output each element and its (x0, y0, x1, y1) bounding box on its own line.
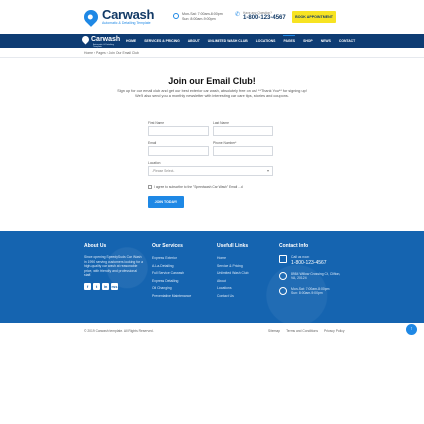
footer-about-text: Since opening SpeedySuds Car Wash in 199… (84, 255, 143, 278)
nav-item-contact[interactable]: CONTACT (339, 39, 355, 43)
social-links: f t in rss (84, 282, 144, 290)
bottom-link[interactable]: Privacy Policy (324, 329, 345, 333)
logo-tagline: Automatic & Detailing Template (102, 21, 151, 25)
footer-about-title: About Us (84, 243, 107, 249)
map-pin-icon (279, 271, 287, 280)
contact-phone: Call us now: 1-800-123-4567 (279, 255, 344, 266)
nav-item-shop[interactable]: SHOP (303, 39, 313, 43)
hours-line-2: Sun: 8:00am-9:00pm (182, 17, 216, 21)
address-text: 8984 Willow Crossing Ct, Clifton, VA, 20… (291, 271, 341, 281)
agree-label: I agree to subscribe to the "Speedwash C… (154, 185, 243, 189)
bottom-links: Sitemap Terms and Conditions Privacy Polic… (262, 329, 345, 333)
footer-service-link[interactable]: Full Service Carwash (152, 270, 212, 278)
contact-hours: Mon-Sat: 7:00am-8:00pm Sun: 8:00am-9:00p… (279, 286, 344, 296)
opening-hours: Mon-Sat: 7:00am-8:00pm Sun: 8:00am-9:00p… (173, 12, 223, 22)
contact-hours-2: Sun: 8:00am-9:00pm (291, 291, 323, 296)
clock-icon (173, 13, 179, 19)
footer-service-link[interactable]: Express Exterior (152, 255, 212, 263)
divider (0, 57, 424, 58)
last-name-label: Last Name (213, 121, 229, 125)
bottom-link[interactable]: Terms and Conditions (286, 329, 318, 333)
footer-service-link[interactable]: Preventative Maintenance (152, 293, 212, 301)
email-label: Email (148, 141, 157, 145)
phone-label: Phone Number* (213, 141, 237, 145)
email-field[interactable] (148, 146, 209, 156)
phone-icon: ✆ (235, 12, 241, 18)
book-appointment-button[interactable]: BOOK APPOINTMENT (292, 11, 336, 23)
bottom-link[interactable]: Sitemap (268, 329, 280, 333)
page: Carwash Automatic & Detailing Template M… (0, 0, 424, 424)
footer-services-title: Our Services (152, 243, 183, 249)
phone-field[interactable] (213, 146, 273, 156)
location-label: Location (148, 161, 161, 165)
footer-service-link[interactable]: Express Detailing (152, 278, 212, 286)
nav-item-unlimited-wash-club[interactable]: UNLIMITED WASH CLUB (208, 39, 248, 43)
nav-logo-name: Carwash (91, 36, 121, 43)
footer-useful-link[interactable]: Contact Us (217, 293, 272, 301)
footer-services: Our Services Express Exterior A-La-Detail… (152, 243, 212, 301)
nav-item-services-pricing[interactable]: SERVICES & PRICING (144, 39, 180, 43)
footer-service-link[interactable]: A-La-Detailing (152, 263, 212, 271)
breadcrumb: Home › Pages › Join Our Email Club (84, 51, 139, 55)
nav-logo[interactable]: Carwash Automatic & Detailing Template (80, 34, 121, 48)
water-drop-icon (81, 7, 101, 27)
call-number[interactable]: 1-800-123-4567 (291, 260, 327, 266)
copyright: © 2019 Carwash template. All Rights Rese… (84, 329, 154, 333)
intro-text: Sign up for our email club and get our b… (117, 89, 307, 98)
nav-menu: HOME SERVICES & PRICING ABOUT UNLIMITED WAS… (126, 34, 363, 48)
agree-checkbox[interactable] (148, 185, 152, 189)
nav-item-news[interactable]: NEWS (321, 39, 331, 43)
nav-item-about[interactable]: ABOUT (188, 39, 200, 43)
back-to-top-button[interactable]: ↑ (406, 324, 417, 335)
footer-links: Usefull Links Home Service & Pricing Unlim… (217, 243, 272, 301)
join-today-button[interactable]: JOIN TODAY! (148, 196, 184, 208)
footer-useful-link[interactable]: Home (217, 255, 272, 263)
nav-item-pages[interactable]: PAGES (283, 35, 295, 43)
first-name-label: First Name (148, 121, 165, 125)
phone-icon (279, 255, 287, 263)
nav-item-locations[interactable]: LOCATIONS (256, 39, 276, 43)
header-phone: ✆ Have any Question? 1-800-123-4567 (235, 11, 286, 22)
footer-links-title: Usefull Links (217, 243, 249, 249)
contact-address: 8984 Willow Crossing Ct, Clifton, VA, 20… (279, 271, 344, 281)
phone-number[interactable]: 1-800-123-4567 (243, 15, 286, 22)
main-nav: Carwash Automatic & Detailing Template H… (0, 34, 424, 48)
bottom-bar (0, 323, 424, 424)
first-name-field[interactable] (148, 126, 209, 136)
footer-contact-title: Contact Info (279, 243, 309, 249)
rss-icon[interactable]: rss (111, 282, 118, 290)
nav-logo-tagline: Automatic & Detailing Template (93, 44, 114, 48)
footer-useful-link[interactable]: Service & Pricing (217, 263, 272, 271)
nav-item-home[interactable]: HOME (126, 39, 136, 43)
footer-contact: Contact Info Call us now: 1-800-123-4567… (279, 243, 344, 302)
last-name-field[interactable] (213, 126, 273, 136)
location-select[interactable]: -Please Select- ▾ (148, 166, 273, 176)
twitter-icon[interactable]: t (93, 282, 100, 290)
footer-service-link[interactable]: Oil Changing (152, 285, 212, 293)
footer-useful-link[interactable]: Unlimited Wash Club (217, 270, 272, 278)
logo-name: Carwash (102, 7, 155, 22)
facebook-icon[interactable]: f (84, 282, 91, 290)
footer-useful-link[interactable]: Locations (217, 285, 272, 293)
location-value: -Please Select- (152, 169, 175, 173)
water-drop-icon (80, 34, 91, 45)
chevron-down-icon: ▾ (266, 168, 269, 173)
linkedin-icon[interactable]: in (102, 282, 109, 290)
logo[interactable]: Carwash Automatic & Detailing Template (81, 7, 155, 27)
footer (0, 231, 424, 323)
page-title: Join our Email Club! (168, 76, 256, 86)
top-header: Carwash Automatic & Detailing Template M… (0, 0, 424, 34)
footer-useful-link[interactable]: About (217, 278, 272, 286)
footer-about: About Us Since opening SpeedySuds Car Wa… (84, 243, 144, 290)
clock-icon (279, 286, 287, 295)
